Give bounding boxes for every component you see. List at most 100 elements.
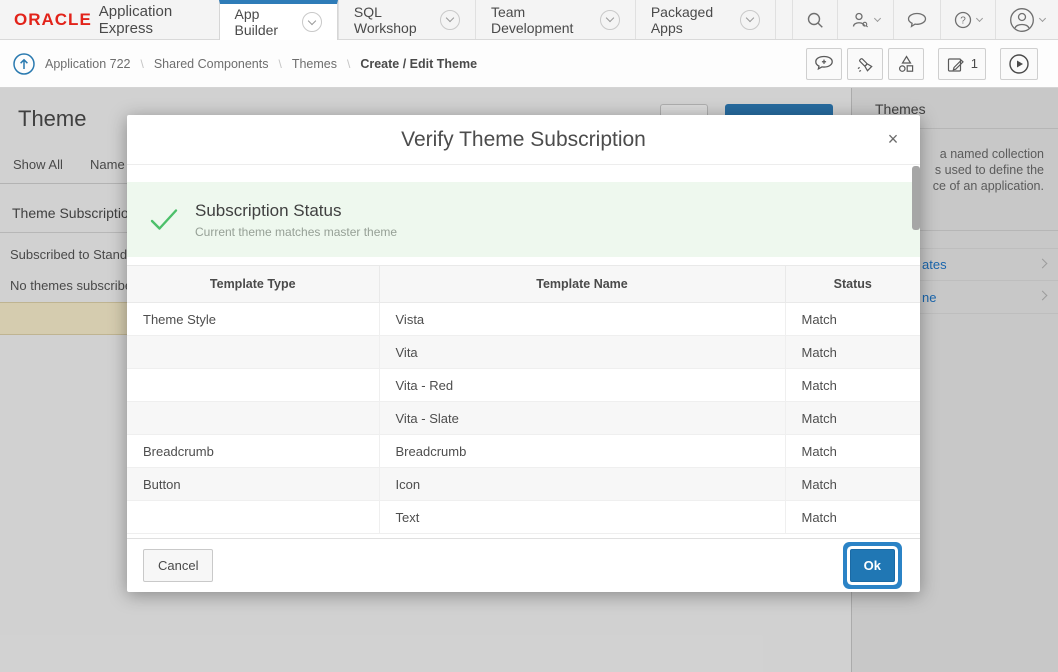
shared-components-button[interactable]: [888, 48, 924, 80]
tab-label: Team Development: [491, 4, 591, 36]
template-table-body: Theme StyleVistaMatchVitaMatchVita - Red…: [127, 303, 920, 534]
table-header-row: Template Type Template Name Status: [127, 266, 920, 303]
breadcrumb-separator: \: [347, 57, 350, 71]
status-cell: Match: [785, 501, 920, 534]
dialog-title: Verify Theme Subscription: [127, 115, 920, 165]
status-cell: Match: [785, 468, 920, 501]
table-row: TextMatch: [127, 501, 920, 534]
search-icon: [806, 11, 824, 29]
table-row: Vita - SlateMatch: [127, 402, 920, 435]
cancel-button[interactable]: Cancel: [143, 549, 213, 582]
tab-packaged-apps[interactable]: Packaged Apps: [635, 0, 775, 39]
table-row: VitaMatch: [127, 336, 920, 369]
table-row: ButtonIconMatch: [127, 468, 920, 501]
screen: ORACLE Application Express App Builder S…: [0, 0, 1058, 672]
breadcrumb-link-application[interactable]: Application 722: [45, 57, 130, 71]
template-name-cell: Vita - Red: [379, 369, 785, 402]
success-banner: Subscription Status Current theme matche…: [127, 182, 920, 257]
template-type-cell: [127, 369, 379, 402]
edit-page-number: 1: [971, 56, 978, 71]
nav-divider: [775, 0, 792, 39]
template-type-cell: Breadcrumb: [127, 435, 379, 468]
breadcrumb-link-shared-components[interactable]: Shared Components: [154, 57, 269, 71]
oracle-logo: ORACLE Application Express: [0, 0, 219, 39]
column-header-status: Status: [785, 266, 920, 303]
edit-page-button[interactable]: 1: [938, 48, 986, 80]
tab-label: Packaged Apps: [651, 4, 731, 36]
table-row: Theme StyleVistaMatch: [127, 303, 920, 336]
template-name-cell: Icon: [379, 468, 785, 501]
status-cell: Match: [785, 336, 920, 369]
chevron-down-circle-icon[interactable]: [440, 10, 460, 30]
chevron-down-circle-icon[interactable]: [740, 10, 760, 30]
breadcrumb-separator: \: [278, 57, 281, 71]
template-name-cell: Text: [379, 501, 785, 534]
template-type-cell: [127, 336, 379, 369]
administration-menu-button[interactable]: [837, 0, 893, 39]
breadcrumb-current-page: Create / Edit Theme: [360, 57, 477, 71]
admin-user-icon: [851, 11, 870, 29]
verify-theme-subscription-dialog: Verify Theme Subscription × Subscription…: [127, 115, 920, 592]
status-text-block: Subscription Status Current theme matche…: [195, 201, 397, 239]
column-header-template-type: Template Type: [127, 266, 379, 303]
help-icon: ?: [954, 11, 972, 29]
dialog-header: Verify Theme Subscription ×: [127, 115, 920, 165]
page-background: Theme Show All Name Theme Subscriptio Su…: [0, 88, 1058, 672]
svg-text:?: ?: [960, 15, 966, 26]
feedback-button[interactable]: [893, 0, 940, 39]
chat-bubble-icon: [907, 12, 927, 28]
chevron-down-icon: [874, 14, 881, 21]
status-heading: Subscription Status: [195, 201, 397, 221]
play-icon: [1008, 53, 1030, 75]
shapes-icon: [896, 54, 916, 74]
table-row: Vita - RedMatch: [127, 369, 920, 402]
chevron-down-circle-icon[interactable]: [302, 12, 322, 32]
up-level-icon[interactable]: [12, 52, 36, 76]
template-type-cell: Button: [127, 468, 379, 501]
template-type-cell: [127, 501, 379, 534]
tab-app-builder[interactable]: App Builder: [219, 0, 338, 40]
table-row: BreadcrumbBreadcrumbMatch: [127, 435, 920, 468]
tab-label: App Builder: [235, 6, 293, 38]
status-cell: Match: [785, 303, 920, 336]
breadcrumb-bar: Application 722 \ Shared Components \ Th…: [0, 40, 1058, 88]
template-name-cell: Vista: [379, 303, 785, 336]
status-cell: Match: [785, 435, 920, 468]
edit-page-icon: [946, 54, 966, 74]
tab-sql-workshop[interactable]: SQL Workshop: [338, 0, 475, 39]
modal-scrollbar-thumb[interactable]: [912, 166, 920, 230]
ok-button[interactable]: Ok: [850, 549, 895, 582]
product-name: Application Express: [99, 3, 201, 37]
add-comment-button[interactable]: [806, 48, 842, 80]
template-type-cell: [127, 402, 379, 435]
template-name-cell: Vita - Slate: [379, 402, 785, 435]
top-navigation-bar: ORACLE Application Express App Builder S…: [0, 0, 1058, 40]
template-name-cell: Vita: [379, 336, 785, 369]
avatar-icon: [1009, 7, 1035, 33]
page-toolbar: 1: [806, 48, 1038, 80]
template-type-cell: Theme Style: [127, 303, 379, 336]
dialog-body: Subscription Status Current theme matche…: [127, 165, 920, 538]
status-cell: Match: [785, 402, 920, 435]
help-menu-button[interactable]: ?: [940, 0, 995, 39]
chevron-down-icon: [1039, 14, 1046, 21]
close-icon[interactable]: ×: [880, 126, 906, 152]
comment-plus-icon: [814, 55, 834, 72]
template-name-cell: Breadcrumb: [379, 435, 785, 468]
chevron-down-circle-icon[interactable]: [600, 10, 620, 30]
chevron-down-icon: [976, 14, 983, 21]
tab-team-development[interactable]: Team Development: [475, 0, 635, 39]
user-account-menu-button[interactable]: [995, 0, 1058, 39]
flashlight-icon: [855, 54, 875, 74]
status-cell: Match: [785, 369, 920, 402]
checkmark-icon: [149, 207, 179, 233]
run-page-button[interactable]: [1000, 48, 1038, 80]
column-header-template-name: Template Name: [379, 266, 785, 303]
oracle-brand: ORACLE: [14, 10, 92, 30]
breadcrumb-link-themes[interactable]: Themes: [292, 57, 337, 71]
status-subtext: Current theme matches master theme: [195, 225, 397, 239]
search-button[interactable]: [792, 0, 837, 39]
breadcrumb-separator: \: [140, 57, 143, 71]
utilities-button[interactable]: [847, 48, 883, 80]
dialog-footer: Cancel Ok: [127, 538, 920, 592]
